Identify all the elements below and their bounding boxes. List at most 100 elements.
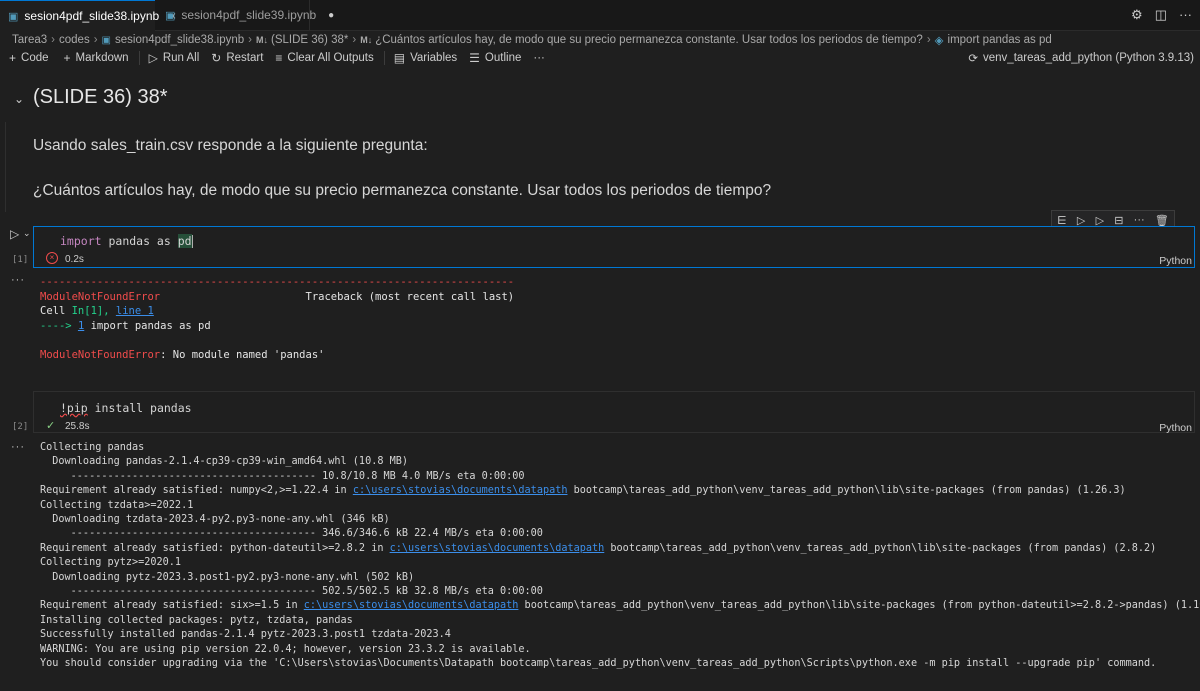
cell-language[interactable]: Python [1159,255,1192,267]
variables-button[interactable]: ▤ Variables [394,51,457,65]
output-line: ----------------------------------------… [40,470,525,482]
execution-count: [2] [12,422,29,432]
kernel-label: venv_tareas_add_python (Python 3.9.13) [983,52,1194,64]
notebook-icon: ▣ [101,34,111,46]
chevron-right-icon: › [248,34,252,46]
traceback-arrow: ----> [40,319,78,332]
clear-all-outputs-button[interactable]: ≡ Clear All Outputs [275,51,373,65]
code-cell-editor[interactable] [33,391,1195,433]
tab-label: sesion4pdf_slide38.ipynb [24,9,160,23]
breadcrumb-item[interactable]: codes [59,34,90,46]
more-actions-icon[interactable]: ··· [1179,7,1192,23]
cell-ref: In[1], [71,305,116,317]
unsaved-dot-icon[interactable]: ● [328,10,334,21]
variables-label: Variables [410,52,458,64]
breadcrumb-item[interactable]: (SLIDE 36) 38* [271,34,348,46]
output-line: Collecting pytz>=2020.1 [40,557,182,569]
cell-language[interactable]: Python [1159,422,1192,434]
code-line[interactable]: import pandas as pd [60,234,193,248]
output-actions-icon[interactable]: ··· [11,274,25,286]
code-bang-command: !pip [60,401,88,415]
more-icon[interactable]: ··· [1134,214,1145,226]
outline-icon: ☰ [469,51,480,65]
markdown-heading: (SLIDE 36) 38* [33,86,168,108]
chevron-right-icon: › [926,34,931,46]
add-markdown-button[interactable]: + Markdown [64,51,129,65]
tab-sesion4pdf-slide38[interactable]: ▣ sesion4pdf_slide38.ipynb × [0,0,176,31]
chevron-right-icon: › [352,34,357,46]
output-actions-icon[interactable]: ··· [11,441,25,453]
line-link[interactable]: line 1 [116,305,154,317]
path-link[interactable]: c:\users\stovias\documents\datapath [390,543,605,554]
output-line: Successfully installed pandas-2.1.4 pytz… [40,629,451,641]
output-line: You should consider upgrading via the 'C… [40,658,1157,670]
code-text: pandas as [101,234,178,248]
output-line: Downloading pandas-2.1.4-cp39-cp39-win_a… [40,456,409,468]
more-actions-icon[interactable]: ··· [533,52,545,64]
run-all-button[interactable]: ▷ Run All [149,51,200,65]
split-editor-icon[interactable]: ◫ [1155,7,1167,23]
editor-tab-bar: ▣ sesion4pdf_slide38.ipynb × ▣ sesion4pd… [0,0,1200,31]
editor-actions: ⚙ ◫ ··· [1131,7,1192,23]
delete-icon[interactable]: 🗑 [1155,214,1169,227]
kernel-picker[interactable]: ⟳ venv_tareas_add_python (Python 3.9.13) [968,48,1194,68]
execution-time: 25.8s [65,421,90,432]
breadcrumb-item[interactable]: sesion4pdf_slide38.ipynb [115,34,244,46]
collapse-chevron-icon[interactable]: ⌄ [14,92,24,106]
variables-icon: ▤ [393,51,406,65]
run-all-icon: ▷ [148,51,158,65]
outline-label: Outline [484,52,522,64]
chevron-down-icon[interactable]: ⌄ [23,228,31,239]
execute-below-icon[interactable]: ▷ [1096,214,1104,227]
execution-time: 0.2s [65,254,84,265]
error-status-icon: × [46,252,58,264]
breadcrumb-item[interactable]: Tarea3 [12,34,47,46]
tab-sesion4pdf-slide39[interactable]: ▣ sesion4pdf_slide39.ipynb ● [155,0,334,30]
output-line: bootcamp\tareas_add_python\venv_tareas_a… [604,542,1157,554]
plus-icon: + [63,51,71,65]
breadcrumb: Tarea3 › codes › ▣ sesion4pdf_slide38.ip… [12,30,1052,50]
add-code-label: Code [21,52,49,64]
code-line[interactable]: !pip install pandas [60,401,192,415]
code-text: install pandas [87,401,192,415]
markdown-icon: M↓ [256,35,268,45]
restart-button[interactable]: ↻ Restart [211,51,263,65]
text-cursor [191,235,193,248]
path-link[interactable]: c:\users\stovias\documents\datapath [353,485,568,496]
restart-label: Restart [226,52,264,64]
markdown-paragraph: Usando sales_train.csv responde a la sig… [33,137,428,154]
breadcrumb-item[interactable]: ¿Cuántos artículos hay, de modo que su p… [375,34,923,46]
markdown-icon: M↓ [360,35,373,45]
output-line: Downloading pytz-2023.3.post1-py2.py3-no… [40,571,415,583]
path-link[interactable]: c:\users\stovias\documents\datapath [304,600,519,611]
output-line: Installing collected packages: pytz, tzd… [40,614,353,626]
output-line: Requirement already satisfied: python-da… [40,542,390,554]
kernel-icon: ⟳ [968,53,979,65]
add-code-button[interactable]: + Code [9,51,49,65]
execute-above-icon[interactable]: ▷ [1077,214,1085,227]
clear-all-label: Clear All Outputs [287,52,374,64]
toolbar-divider [383,51,385,65]
run-all-label: Run All [162,52,200,64]
split-cell-icon[interactable]: ⊟ [1114,214,1123,227]
success-check-icon: ✓ [46,420,56,432]
breadcrumb-item[interactable]: import pandas as pd [948,34,1052,46]
code-cell-editor[interactable] [33,226,1195,268]
tab-label: sesion4pdf_slide39.ipynb [181,8,317,22]
cell-output: ----------------------------------------… [40,275,514,362]
run-by-line-icon[interactable]: ⋿ [1057,214,1067,227]
output-line: Collecting pandas [40,442,145,453]
gear-icon[interactable]: ⚙ [1131,7,1143,23]
run-cell-icon[interactable]: ▷ [10,227,19,241]
restart-icon: ↻ [211,51,222,65]
clear-all-icon: ≡ [275,51,283,65]
notebook-icon: ▣ [8,10,19,23]
chevron-right-icon: › [51,34,56,46]
output-line: WARNING: You are using pip version 22.0.… [40,643,531,655]
output-rule: ----------------------------------------… [40,276,515,288]
code-keyword: import [60,234,102,248]
output-line: ----------------------------------------… [40,586,543,598]
output-line: Requirement already satisfied: six>=1.5 … [40,600,304,612]
outline-button[interactable]: ☰ Outline [469,51,521,65]
output-line: Requirement already satisfied: numpy<2,>… [40,485,353,497]
